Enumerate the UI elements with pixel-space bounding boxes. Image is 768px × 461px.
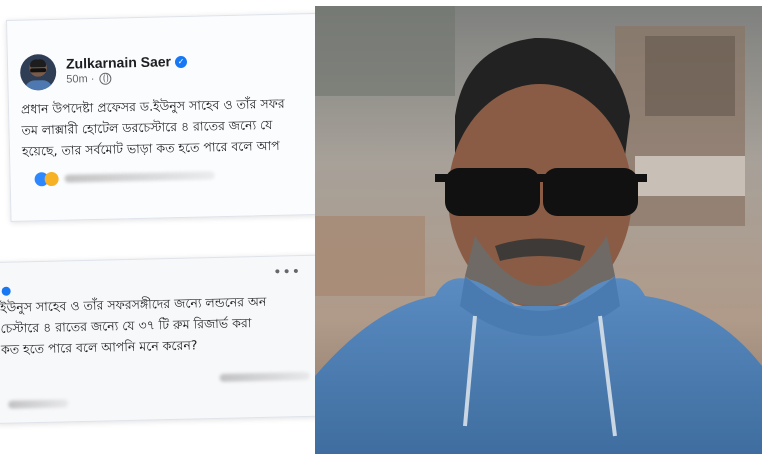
verified-badge-icon: ✓ — [174, 55, 188, 68]
post-time[interactable]: 50m — [66, 73, 88, 85]
blurred-text — [219, 371, 310, 382]
portrait-photo — [315, 6, 762, 454]
more-options-icon[interactable]: ••• — [273, 264, 301, 281]
verified-badge-icon — [1, 286, 11, 296]
facebook-post-card-2: ••• ইউনুস সাহেব ও তাঁর সফরসঙ্গীদের জন্যে… — [0, 254, 324, 424]
author-name[interactable]: Zulkarnain Saer — [66, 53, 171, 71]
blurred-text — [8, 399, 69, 409]
facebook-post-card-1: Zulkarnain Saer ✓ 50m · প্রধান উপদেষ্টা প… — [6, 12, 323, 222]
reaction-haha-icon — [44, 171, 59, 187]
reactions-bar[interactable] — [34, 168, 234, 187]
man-in-sunglasses-photo — [315, 6, 762, 454]
post-text: ইউনুস সাহেব ও তাঁর সফরসঙ্গীদের জন্যে লন্… — [0, 291, 268, 360]
blurred-reaction-names — [64, 171, 215, 183]
globe-icon — [99, 72, 112, 85]
avatar[interactable] — [19, 53, 57, 91]
post-text: প্রধান উপদেষ্টা প্রফেসর ড.ইউনুস সাহেব ও … — [21, 93, 286, 162]
post-meta: 50m · — [66, 72, 112, 86]
